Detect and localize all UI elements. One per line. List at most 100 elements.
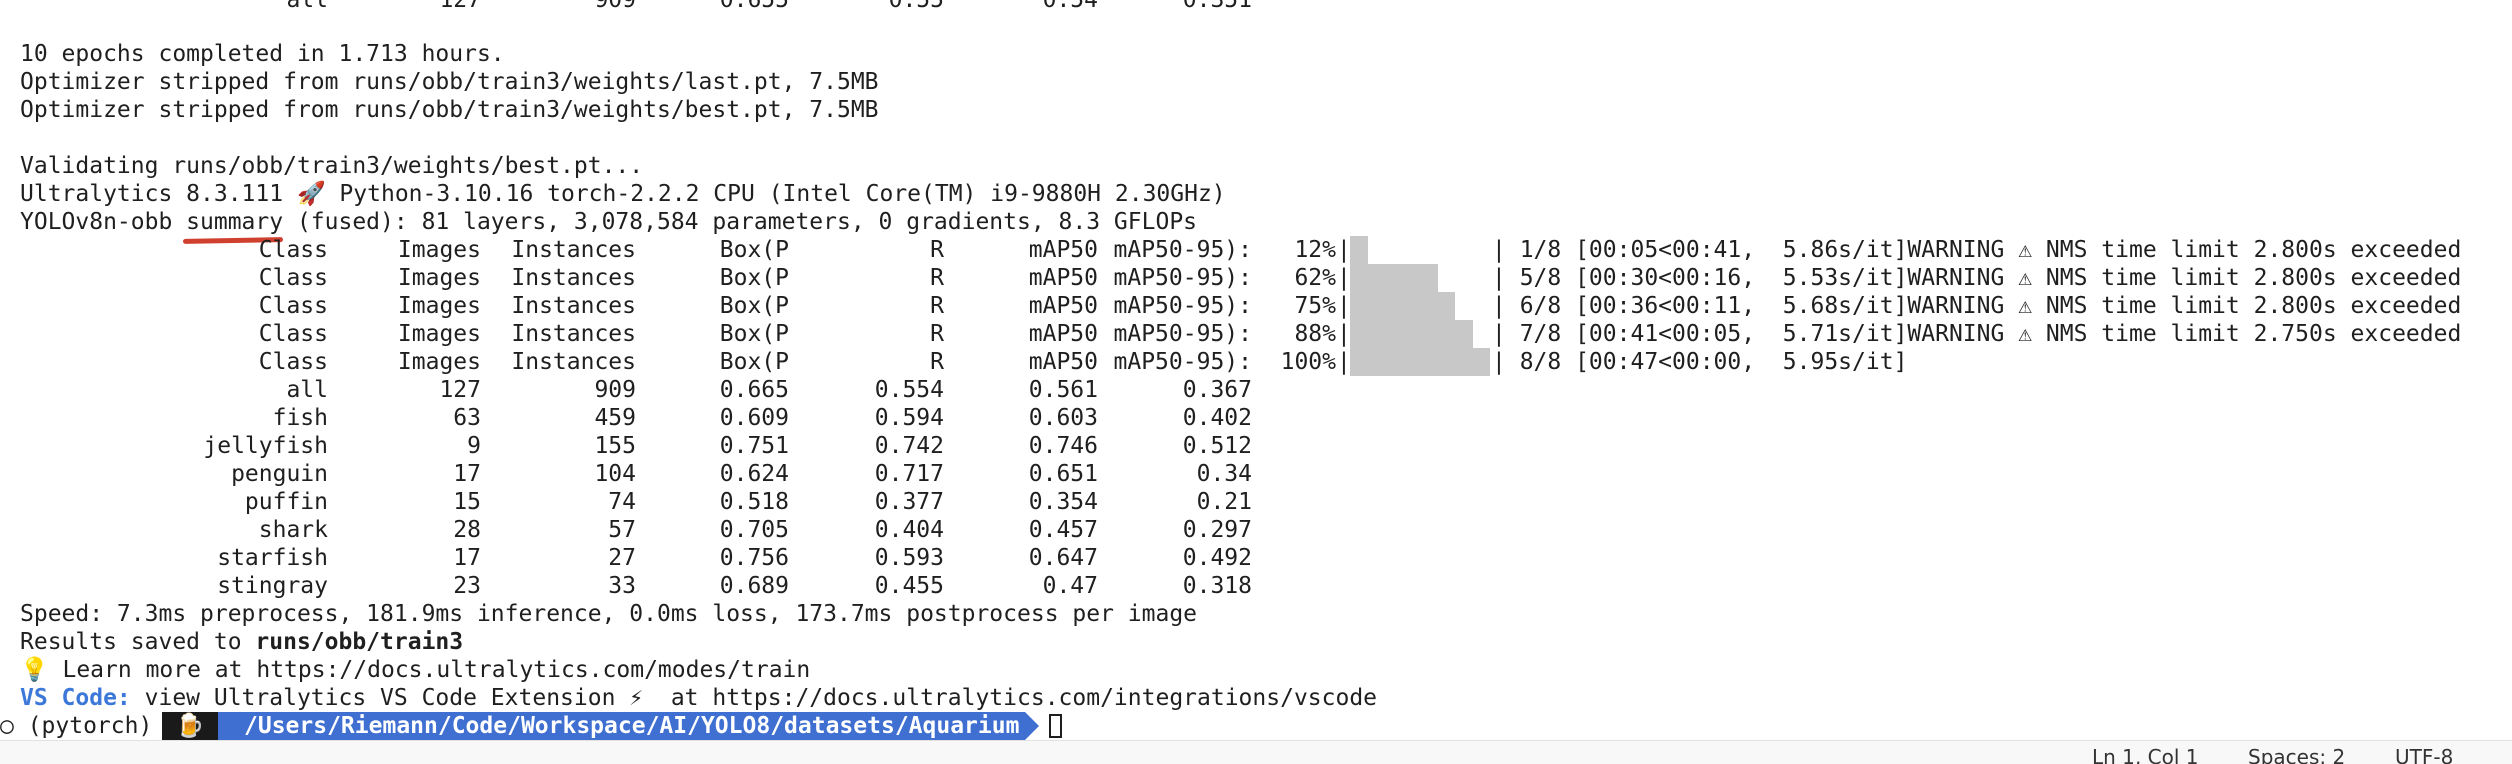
metric-value: 0.512 xyxy=(1182,433,1252,459)
column-header: Class xyxy=(258,265,328,291)
table-cell: 0.655 xyxy=(719,0,789,13)
metric-value: 0.609 xyxy=(719,405,789,431)
class-name: all xyxy=(286,377,328,403)
progress-bar-start: | xyxy=(1337,349,1351,375)
column-header: Instances xyxy=(511,349,636,375)
progress-status: | 5/8 [00:30<00:16, 5.53s/it]WARNING ⚠ N… xyxy=(1492,265,2462,291)
vscode-text: view Ultralytics VS Code Extension ⚡ at … xyxy=(130,685,1378,711)
metric-value: 0.751 xyxy=(719,433,789,459)
progress-bar-fill xyxy=(1350,320,1473,348)
metric-value: 104 xyxy=(594,461,636,487)
text-cursor xyxy=(1049,714,1062,738)
metric-value: 0.593 xyxy=(874,545,944,571)
metric-value: 9 xyxy=(467,433,481,459)
class-name: puffin xyxy=(244,489,328,515)
progress-percent: 12% xyxy=(1294,237,1336,263)
terminal-output[interactable]: all 127 909 0.655 0.55 0.54 0.351 10 epochs co… xyxy=(0,0,2512,740)
table-cell: all xyxy=(286,0,328,13)
conda-env-label: ○ (pytorch) xyxy=(0,713,153,739)
column-header: mAP50-95): xyxy=(1113,237,1252,263)
shell-prompt[interactable]: ○ (pytorch) 🍺 /Users/Riemann/Code/Worksp… xyxy=(0,712,1062,740)
metric-value: 0.297 xyxy=(1182,517,1252,543)
metric-value: 28 xyxy=(453,517,481,543)
cursor-position[interactable]: Ln 1, Col 1 xyxy=(2092,745,2198,764)
column-header: Class xyxy=(258,293,328,319)
table-cell: 127 xyxy=(439,0,481,13)
progress-bar-start: | xyxy=(1337,321,1351,347)
column-header: Images xyxy=(397,293,481,319)
metric-value: 127 xyxy=(439,377,481,403)
column-header: Class xyxy=(258,237,328,263)
ultralytics-version-line: Ultralytics 8.3.111 🚀 Python-3.10.16 tor… xyxy=(20,181,1226,207)
column-header: Instances xyxy=(511,237,636,263)
class-name: fish xyxy=(272,405,328,431)
progress-bar-start: | xyxy=(1337,293,1351,319)
progress-bar xyxy=(1350,348,1490,376)
column-header: R xyxy=(930,237,944,263)
progress-percent: 75% xyxy=(1294,293,1336,319)
progress-bar-fill xyxy=(1350,236,1368,264)
indentation-setting[interactable]: Spaces: 2 xyxy=(2248,745,2345,764)
metric-value: 0.746 xyxy=(1028,433,1098,459)
metric-value: 0.34 xyxy=(1196,461,1252,487)
validating-line: Validating runs/obb/train3/weights/best.… xyxy=(20,153,644,179)
column-header: Instances xyxy=(511,293,636,319)
column-header: Images xyxy=(397,265,481,291)
metric-value: 33 xyxy=(608,573,636,599)
metric-value: 0.594 xyxy=(874,405,944,431)
column-header: mAP50 xyxy=(1028,237,1098,263)
progress-bar xyxy=(1350,292,1490,320)
column-header: Box(P xyxy=(719,237,789,263)
table-cell: 0.54 xyxy=(1042,0,1098,13)
metric-value: 0.455 xyxy=(874,573,944,599)
progress-percent: 100% xyxy=(1280,349,1336,375)
results-saved-line: Results saved to runs/obb/train3 xyxy=(20,628,463,656)
progress-bar-fill xyxy=(1350,292,1455,320)
metric-value: 27 xyxy=(608,545,636,571)
column-header: R xyxy=(930,293,944,319)
metric-value: 0.518 xyxy=(719,489,789,515)
metric-value: 74 xyxy=(608,489,636,515)
metric-value: 0.624 xyxy=(719,461,789,487)
metric-value: 0.404 xyxy=(874,517,944,543)
class-name: stingray xyxy=(217,573,328,599)
speed-line: Speed: 7.3ms preprocess, 181.9ms inferen… xyxy=(20,601,1198,627)
class-name: shark xyxy=(258,517,328,543)
column-header: Box(P xyxy=(719,265,789,291)
column-header: Images xyxy=(397,349,481,375)
metric-value: 0.665 xyxy=(719,377,789,403)
progress-bar-fill xyxy=(1350,348,1490,376)
column-header: mAP50-95): xyxy=(1113,349,1252,375)
progress-bar-start: | xyxy=(1337,237,1351,263)
progress-status: | 1/8 [00:05<00:41, 5.86s/it]WARNING ⚠ N… xyxy=(1492,237,2462,263)
progress-bar xyxy=(1350,264,1490,292)
class-name: penguin xyxy=(231,461,328,487)
column-header: Box(P xyxy=(719,321,789,347)
metric-value: 0.689 xyxy=(719,573,789,599)
metric-value: 0.354 xyxy=(1028,489,1098,515)
metric-value: 459 xyxy=(594,405,636,431)
metric-value: 57 xyxy=(608,517,636,543)
progress-status: | 7/8 [00:41<00:05, 5.71s/it]WARNING ⚠ N… xyxy=(1492,321,2462,347)
results-saved-prefix: Results saved to xyxy=(20,629,256,655)
column-header: Class xyxy=(258,349,328,375)
encoding-setting[interactable]: UTF-8 xyxy=(2395,745,2453,764)
epochs-line: 10 epochs completed in 1.713 hours. xyxy=(20,41,505,67)
metric-value: 0.717 xyxy=(874,461,944,487)
vscode-label: VS Code: xyxy=(20,685,131,711)
column-header: Images xyxy=(397,321,481,347)
metric-value: 0.457 xyxy=(1028,517,1098,543)
column-header: Class xyxy=(258,321,328,347)
metric-value: 155 xyxy=(594,433,636,459)
metric-value: 17 xyxy=(453,545,481,571)
optimizer-last-line: Optimizer stripped from runs/obb/train3/… xyxy=(20,69,879,95)
column-header: mAP50 xyxy=(1028,293,1098,319)
column-header: mAP50 xyxy=(1028,321,1098,347)
vscode-line: VS Code: view Ultralytics VS Code Extens… xyxy=(20,684,1377,712)
metric-value: 0.647 xyxy=(1028,545,1098,571)
progress-bar xyxy=(1350,236,1490,264)
class-name: jellyfish xyxy=(203,433,328,459)
progress-bar-start: | xyxy=(1337,265,1351,291)
metric-value: 0.377 xyxy=(874,489,944,515)
metric-value: 0.402 xyxy=(1182,405,1252,431)
